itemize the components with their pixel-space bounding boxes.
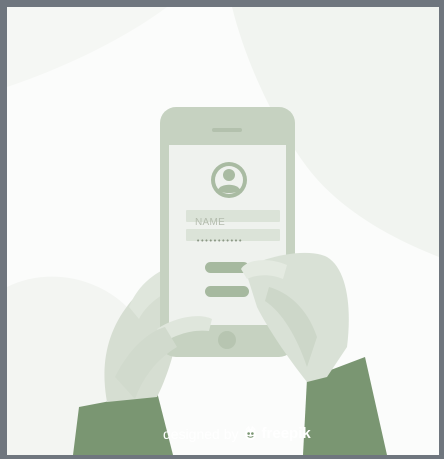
freepik-logo-icon	[244, 426, 256, 441]
background-blob-left	[7, 7, 167, 87]
avatar-head	[223, 169, 235, 181]
screenshot-frame: NAME ••••••••••• designed by freepik	[0, 0, 444, 459]
phone-home-button	[218, 331, 236, 349]
name-placeholder: NAME	[195, 217, 226, 228]
credit-brand: freepik	[261, 425, 311, 442]
illustration-card: NAME ••••••••••• designed by freepik	[7, 7, 439, 455]
password-placeholder: •••••••••••	[196, 237, 243, 245]
credit-text: designed by	[163, 425, 239, 442]
phone-speaker	[212, 128, 242, 132]
signup-button-bar	[205, 286, 249, 297]
login-illustration	[7, 7, 439, 455]
freepik-credit[interactable]: designed by freepik	[163, 425, 311, 442]
